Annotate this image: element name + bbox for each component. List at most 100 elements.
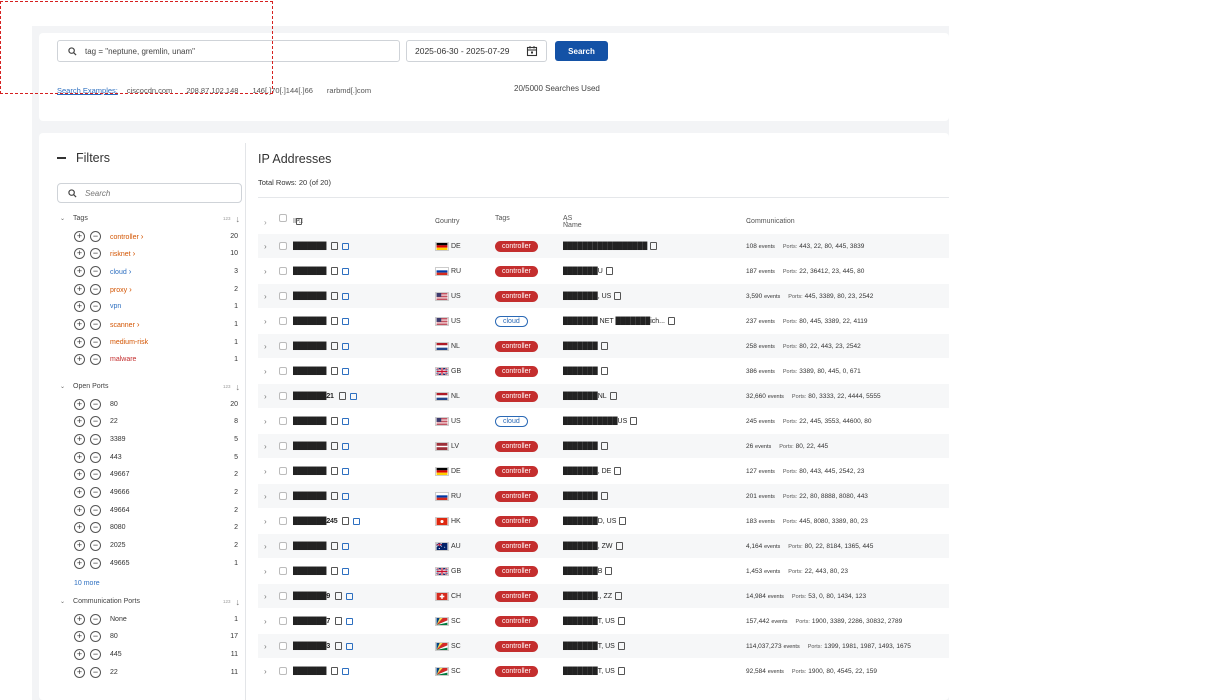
example-chip[interactable]: 146[.]70[.]144[.]66 [247,84,318,97]
exclude-icon[interactable]: − [90,540,101,552]
copy-icon[interactable] [331,342,339,350]
example-chip[interactable]: ciscocdn.com [121,84,178,97]
tag-badge[interactable]: controller [495,565,538,577]
copy-icon[interactable] [331,292,339,300]
exclude-icon[interactable]: − [90,522,101,534]
include-icon[interactable]: + [74,398,85,410]
row-checkbox[interactable] [279,459,287,483]
row-checkbox[interactable] [279,234,287,258]
expand-row-icon[interactable]: › [264,309,267,333]
ip-address[interactable]: ███████ [293,443,327,450]
expand-row-icon[interactable]: › [264,559,267,583]
ip-address[interactable]: ███████9 [293,593,330,600]
search-button[interactable]: Search [555,41,608,61]
table-row[interactable]: › ███████ RU controller ███████ 201 even… [258,484,949,509]
external-link-icon[interactable] [342,567,350,575]
copy-icon[interactable] [335,592,343,600]
copy-icon[interactable] [667,317,675,325]
expand-row-icon[interactable]: › [264,384,267,408]
external-link-icon[interactable] [342,417,350,425]
external-link-icon[interactable] [342,492,350,500]
copy-icon[interactable] [331,542,339,550]
exclude-icon[interactable]: − [90,487,101,498]
chevron-down-icon[interactable]: ⌄ [60,598,65,605]
filter-item[interactable]: + − cloud › 3 [74,264,238,278]
ip-address[interactable]: ███████ [293,493,327,500]
copy-icon[interactable] [331,667,339,675]
copy-icon[interactable] [338,392,346,400]
row-checkbox[interactable] [279,284,287,308]
include-icon[interactable]: + [74,416,85,428]
filter-item[interactable]: + − scanner › 1 [74,318,238,332]
exclude-icon[interactable]: − [90,504,101,516]
sort-arrow-icon[interactable]: ↓ [236,382,241,392]
table-row[interactable]: › ███████245 HK controller ███████D, US … [258,509,949,534]
copy-icon[interactable] [617,642,625,650]
exclude-icon[interactable]: − [90,613,101,625]
external-link-icon[interactable] [353,517,361,525]
filter-item[interactable]: + − 80 17 [74,630,238,644]
filter-item[interactable]: + − 49664 2 [74,503,238,517]
ip-address[interactable]: ███████7 [293,618,330,625]
table-row[interactable]: › ███████ GB controller ███████ 386 even… [258,359,949,384]
copy-icon[interactable] [331,367,339,375]
expand-row-icon[interactable]: › [264,584,267,608]
expand-row-icon[interactable]: › [264,284,267,308]
table-row[interactable]: › ███████ NL controller ███████ 258 even… [258,334,949,359]
copy-icon[interactable] [331,317,339,325]
date-range-picker[interactable]: 2025-06-30 - 2025-07-29 [406,40,547,62]
exclude-icon[interactable]: − [90,301,101,313]
external-link-icon[interactable] [342,542,350,550]
tag-badge[interactable]: controller [495,615,538,627]
copy-icon[interactable] [335,617,343,625]
expand-row-icon[interactable]: › [264,359,267,383]
table-row[interactable]: › ███████21 NL controller ███████NL 32,6… [258,384,949,409]
filter-item[interactable]: + − proxy › 2 [74,282,238,296]
exclude-icon[interactable]: − [90,416,101,428]
sort-control[interactable]: 123 ↓ [223,214,240,224]
filter-item[interactable]: + − 80 20 [74,397,238,411]
tag-badge[interactable]: cloud [495,315,528,327]
copy-icon[interactable] [600,492,608,500]
filter-item[interactable]: + − malware 1 [74,353,238,367]
include-icon[interactable]: + [74,540,85,552]
ip-address[interactable]: ███████ [293,568,327,575]
external-link-icon[interactable] [342,342,350,350]
ip-address[interactable]: ███████ [293,343,327,350]
filter-item[interactable]: + − 443 5 [74,450,238,464]
calendar-icon[interactable] [526,45,538,57]
row-checkbox[interactable] [279,659,287,683]
ip-address[interactable]: ███████21 [293,393,334,400]
include-icon[interactable]: + [74,504,85,516]
copy-icon[interactable] [615,542,623,550]
include-icon[interactable]: + [74,469,85,481]
tag-badge[interactable]: controller [495,515,538,527]
ip-address[interactable]: ███████ [293,268,327,275]
copy-icon[interactable] [331,417,339,425]
tag-badge[interactable]: cloud [495,415,528,427]
copy-icon[interactable] [617,617,625,625]
include-icon[interactable]: + [74,613,85,625]
example-chip[interactable]: rarbmd[.]com [321,84,377,97]
filter-item[interactable]: + − 3389 5 [74,432,238,446]
expand-row-icon[interactable]: › [264,259,267,283]
external-link-icon[interactable] [342,667,350,675]
table-row[interactable]: › ███████7 SC controller ███████T, US 15… [258,609,949,634]
filter-item[interactable]: + − controller › 20 [74,229,238,243]
external-link-icon[interactable] [342,292,350,300]
expand-row-icon[interactable]: › [264,609,267,633]
filter-item[interactable]: + − 8080 2 [74,521,238,535]
filter-item[interactable]: + − medium-risk 1 [74,335,238,349]
exclude-icon[interactable]: − [90,283,101,295]
ip-address[interactable]: ███████ [293,368,327,375]
exclude-icon[interactable]: − [90,451,101,463]
tag-badge[interactable]: controller [495,290,538,302]
copy-icon[interactable] [614,292,622,300]
expand-row-icon[interactable]: › [264,534,267,558]
filter-item[interactable]: + − 22 8 [74,415,238,429]
row-checkbox[interactable] [279,634,287,658]
copy-icon[interactable] [619,517,627,525]
include-icon[interactable]: + [74,230,85,242]
table-row[interactable]: › ███████ LV controller ███████ 26 event… [258,434,949,459]
filter-item[interactable]: + − 445 11 [74,647,238,661]
